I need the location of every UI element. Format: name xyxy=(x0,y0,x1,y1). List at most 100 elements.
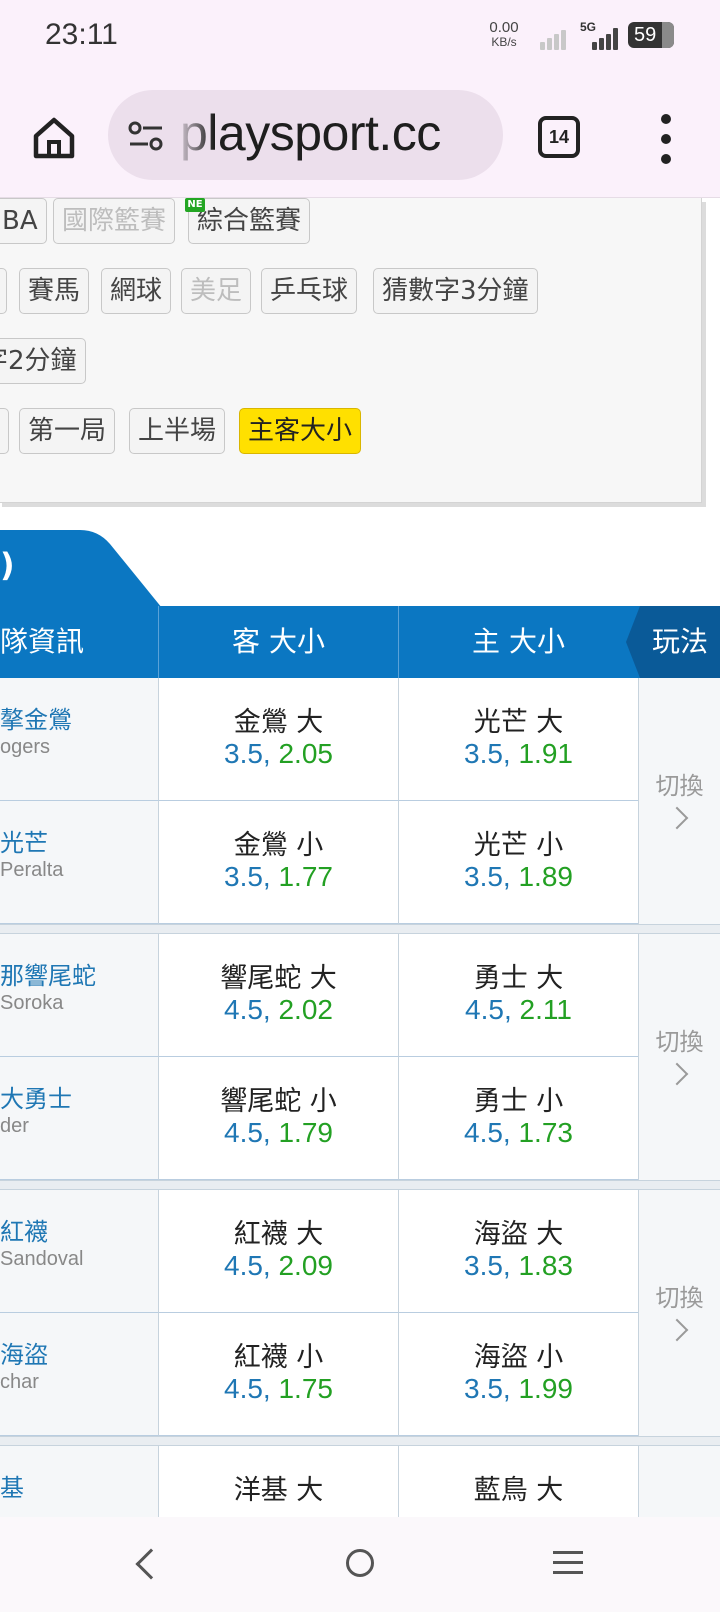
bet-option-label: 藍鳥 大 xyxy=(473,1475,564,1506)
recents-icon[interactable] xyxy=(553,1551,583,1575)
team-name[interactable]: 基 xyxy=(0,1468,24,1503)
header-team-info: 隊資訊 xyxy=(0,625,85,658)
switch-play-button[interactable]: 切換 xyxy=(638,1190,720,1436)
odds-value: 4.5, 2.11 xyxy=(399,994,638,1026)
away-total-odds-cell[interactable]: 紅襪 小 4.5, 1.75 xyxy=(158,1313,398,1436)
bet-option-label: 勇士 小 xyxy=(473,1086,564,1117)
filter-chip-cut[interactable] xyxy=(0,268,7,314)
table-header: 隊資訊 客 大小 主 大小 玩法 xyxy=(0,606,720,678)
team-name[interactable]: 那響尾蛇 xyxy=(0,956,96,991)
play-tab-arrow xyxy=(626,606,640,678)
filter-chip-american-football[interactable]: 美足 xyxy=(181,268,252,314)
bet-option-label: 洋基 大 xyxy=(233,1475,324,1506)
switch-play-button[interactable]: 切換 xyxy=(638,678,720,924)
away-total-odds-cell[interactable]: 響尾蛇 小 4.5, 1.79 xyxy=(158,1057,398,1180)
filter-chip-intl-basketball[interactable]: 國際籃賽 xyxy=(53,198,176,244)
pitcher-name: der xyxy=(0,1115,29,1137)
header-play-type[interactable]: 玩法 xyxy=(640,606,720,678)
bet-option-label: 響尾蛇 大 xyxy=(220,963,337,994)
home-total-odds-cell[interactable]: 光芒 大 3.5, 1.91 xyxy=(398,678,638,801)
home-total-odds-cell[interactable]: 光芒 小 3.5, 1.89 xyxy=(398,801,638,924)
browser-toolbar: playsport.cc 14 xyxy=(0,80,720,198)
team-cell[interactable]: 海盜 char xyxy=(0,1313,158,1436)
section-title: ) xyxy=(0,546,15,584)
team-cell[interactable]: 光芒 Peralta xyxy=(0,801,158,924)
bet-option-label: 海盜 小 xyxy=(473,1342,564,1373)
filter-chip-home-away-total[interactable]: 主客大小 xyxy=(239,408,362,454)
total-line: 4.5, xyxy=(224,1373,271,1404)
home-total-odds-cell[interactable]: 海盜 小 3.5, 1.99 xyxy=(398,1313,638,1436)
battery-icon: 59 xyxy=(628,22,674,48)
filter-chip-cut-2[interactable] xyxy=(0,408,9,454)
team-cell[interactable]: 那響尾蛇 Soroka xyxy=(0,934,158,1057)
total-line: 3.5, xyxy=(464,1250,511,1281)
odds-price: 1.75 xyxy=(278,1373,333,1404)
total-line: 3.5, xyxy=(224,861,271,892)
total-line: 3.5, xyxy=(464,861,511,892)
odds-value: 4.5, 1.73 xyxy=(399,1117,638,1149)
away-total-odds-cell[interactable]: 紅襪 大 4.5, 2.09 xyxy=(158,1190,398,1313)
pitcher-name: ogers xyxy=(0,736,51,758)
signal-icon xyxy=(540,20,574,50)
back-icon[interactable] xyxy=(135,1548,167,1580)
team-cell[interactable]: 摮金鶯 ogers xyxy=(0,678,158,801)
odds-price: 1.99 xyxy=(518,1373,573,1404)
filter-chip-table-tennis[interactable]: 乒乓球 xyxy=(261,268,358,314)
filter-chip-combined-basketball[interactable]: 綜合籃賽 xyxy=(188,198,311,244)
odds-value: 4.5, 2.09 xyxy=(159,1250,398,1282)
bet-option-label: 金鶯 大 xyxy=(233,707,324,738)
chevron-right-icon xyxy=(665,806,689,830)
odds-value: 3.5, 1.99 xyxy=(399,1373,638,1405)
status-time: 23:11 xyxy=(45,18,118,51)
bet-option-label: 金鶯 小 xyxy=(233,830,324,861)
sport-filter-panel: BA 國際籃賽 綜合籃賽 NE 賽馬 網球 美足 乒乓球 猜數字3分鐘 字2分鐘… xyxy=(0,198,702,503)
filter-chip-guess-number-3min[interactable]: 猜數字3分鐘 xyxy=(373,268,538,314)
filter-chip-tennis[interactable]: 網球 xyxy=(101,268,172,314)
home-total-odds-cell[interactable]: 海盜 大 3.5, 1.83 xyxy=(398,1190,638,1313)
bet-option-label: 紅襪 小 xyxy=(233,1342,324,1373)
filter-chip-first-inning[interactable]: 第一局 xyxy=(19,408,116,454)
total-line: 4.5, xyxy=(224,1250,271,1281)
odds-value: 3.5, 1.83 xyxy=(399,1250,638,1282)
team-name[interactable]: 海盜 xyxy=(0,1335,48,1370)
battery-level: 59 xyxy=(634,24,657,46)
away-total-odds-cell[interactable]: 金鶯 小 3.5, 1.77 xyxy=(158,801,398,924)
switch-label: 切換 xyxy=(655,1028,704,1056)
site-settings-icon[interactable] xyxy=(126,118,166,154)
odds-price: 2.09 xyxy=(278,1250,333,1281)
system-nav-bar xyxy=(0,1517,720,1612)
status-bar: 23:11 0.00 KB/s 5G 59 xyxy=(0,0,720,80)
bet-option-label: 響尾蛇 小 xyxy=(220,1086,337,1117)
switch-label: 切換 xyxy=(655,1284,704,1312)
team-cell[interactable]: 紅襪 Sandoval xyxy=(0,1190,158,1313)
team-name[interactable]: 光芒 xyxy=(0,823,48,858)
game-divider xyxy=(0,924,720,934)
home-circle-icon[interactable] xyxy=(346,1549,374,1577)
filter-chip-guess-number-2min[interactable]: 字2分鐘 xyxy=(0,338,86,384)
home-total-odds-cell[interactable]: 勇士 小 4.5, 1.73 xyxy=(398,1057,638,1180)
team-name[interactable]: 紅襪 xyxy=(0,1212,48,1247)
away-total-odds-cell[interactable]: 金鶯 大 3.5, 2.05 xyxy=(158,678,398,801)
total-line: 4.5, xyxy=(224,994,271,1025)
tab-switcher-button[interactable]: 14 xyxy=(538,116,580,158)
bet-option-label: 紅襪 大 xyxy=(233,1219,324,1250)
switch-play-button[interactable]: 切換 xyxy=(638,934,720,1180)
filter-chip-ba[interactable]: BA xyxy=(0,198,47,244)
section-tab xyxy=(0,530,162,608)
home-icon[interactable] xyxy=(28,112,80,164)
filter-chip-first-half[interactable]: 上半場 xyxy=(129,408,226,454)
address-bar[interactable]: playsport.cc xyxy=(108,90,503,180)
away-total-odds-cell[interactable]: 響尾蛇 大 4.5, 2.02 xyxy=(158,934,398,1057)
team-cell[interactable]: 大勇士 der xyxy=(0,1057,158,1180)
bet-option-label: 勇士 大 xyxy=(473,963,564,994)
filter-chip-horse-racing[interactable]: 賽馬 xyxy=(19,268,90,314)
odds-value: 4.5, 2.02 xyxy=(159,994,398,1026)
network-speed-unit: KB/s xyxy=(491,35,517,49)
team-name[interactable]: 摮金鶯 xyxy=(0,700,72,735)
total-line: 3.5, xyxy=(464,738,511,769)
home-total-odds-cell[interactable]: 勇士 大 4.5, 2.11 xyxy=(398,934,638,1057)
odds-price: 1.79 xyxy=(278,1117,333,1148)
new-badge: NE xyxy=(185,198,205,212)
more-menu-icon[interactable] xyxy=(656,114,676,164)
team-name[interactable]: 大勇士 xyxy=(0,1079,72,1114)
